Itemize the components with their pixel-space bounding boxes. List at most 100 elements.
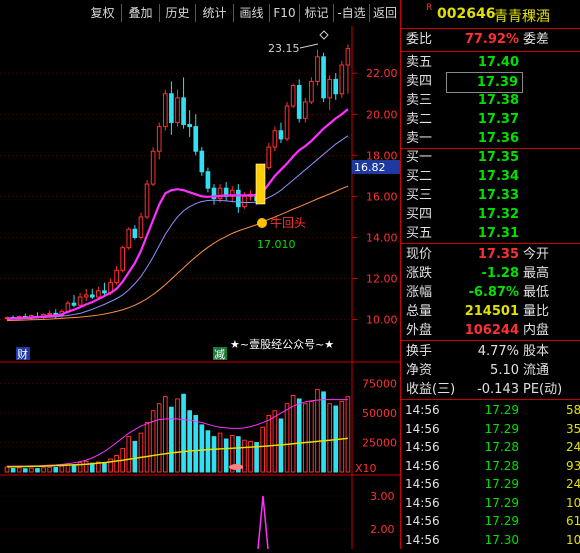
candle-body <box>266 146 272 169</box>
high-annotation: 23.15 <box>268 42 300 55</box>
tick-volume: 109 <box>566 532 580 547</box>
buy-level-label: 买一 <box>406 150 433 165</box>
buy-price: 17.31 <box>477 226 519 241</box>
remove-watchlist-button[interactable]: -自选 <box>334 4 370 22</box>
sell-row[interactable]: 卖二 17.37 <box>401 110 580 129</box>
overlay-button[interactable]: 叠加 <box>122 4 160 22</box>
volume-bar <box>47 466 52 473</box>
tick-row: 14:56 17.29 24 <box>401 475 580 494</box>
candle-body <box>321 56 326 99</box>
buy-row[interactable]: 买三 17.33 <box>401 186 580 205</box>
tick-time: 14:56 <box>405 532 440 547</box>
weibi-row: 委比 77.92% 委差 <box>401 30 580 49</box>
candle-body <box>290 85 296 107</box>
volume-bar <box>4 466 10 473</box>
buy-price: 17.34 <box>477 169 519 184</box>
sell-row[interactable]: 卖一 17.36 <box>401 129 580 148</box>
sell-level-label: 卖二 <box>406 112 433 127</box>
candle-body <box>83 294 89 298</box>
tick-time: 14:56 <box>405 421 440 436</box>
candle-body <box>284 105 290 140</box>
quote-value: 214501 <box>464 304 519 319</box>
candle-body <box>327 78 332 99</box>
tick-row: 14:56 17.28 93 <box>401 457 580 476</box>
volume-bar <box>83 460 89 473</box>
money-bag-icon <box>257 218 267 228</box>
tick-time: 14:56 <box>405 477 440 491</box>
divider <box>401 399 580 400</box>
volume-bar <box>114 455 119 473</box>
mark-button[interactable]: 标记 <box>300 4 334 22</box>
signal-price: 17.010 <box>257 238 296 251</box>
volume-bar <box>162 396 168 473</box>
volume-bar <box>242 439 247 473</box>
stock-title: R 002646 青青稞酒 <box>401 0 580 28</box>
volume-bar <box>315 389 320 473</box>
weibi-label: 委比 <box>406 32 433 47</box>
tick-time: 14:56 <box>405 458 440 473</box>
tick-price: 17.29 <box>484 403 519 417</box>
sell-level-label: 卖一 <box>406 131 433 146</box>
tick-price: 17.28 <box>484 458 519 473</box>
ma20-line <box>7 185 349 322</box>
divider <box>401 243 580 244</box>
buy-row[interactable]: 买二 17.34 <box>401 167 580 186</box>
candle-body <box>236 189 241 208</box>
candle-body <box>278 130 284 140</box>
quote-label: 涨幅 <box>406 285 433 300</box>
volume-bar <box>71 464 77 473</box>
tick-volume: 93 <box>566 458 580 473</box>
quote-value: 17.35 <box>477 247 519 262</box>
tick-price: 17.29 <box>484 477 519 491</box>
stats-label-2: 股本 <box>523 344 550 359</box>
volume-bar <box>16 467 22 473</box>
candle-body <box>205 171 211 189</box>
draw-line-button[interactable]: 画线 <box>234 4 270 22</box>
restore-rights-button[interactable]: 复权 <box>84 4 122 22</box>
tick-volume: 10 <box>566 495 580 510</box>
quote-value: -1.28 <box>481 266 519 281</box>
buy-price: 17.33 <box>477 188 519 203</box>
candle-body <box>309 80 314 103</box>
volume-bar <box>102 462 107 473</box>
quote-value: 106244 <box>464 323 519 338</box>
price-axis-label: 14.00 <box>366 231 398 244</box>
back-button[interactable]: 返回 <box>370 4 400 22</box>
weibi-value: 77.92% <box>464 32 519 47</box>
candle-body <box>345 48 351 66</box>
f10-button[interactable]: F10 <box>270 4 300 22</box>
buy-row[interactable]: 买五 17.31 <box>401 224 580 243</box>
chart-toolbar: 复权 叠加 历史 统计 画线 F10 标记 -自选 返回 <box>0 0 400 26</box>
watermark-text: ★~壹股经公众号~★ <box>230 338 334 351</box>
candle-body <box>120 247 126 271</box>
history-button[interactable]: 历史 <box>160 4 196 22</box>
stats-row: 换手 4.77% 股本 <box>401 342 580 361</box>
buy-row[interactable]: 买一 17.35 <box>401 148 580 167</box>
stats-label-2: PE(动) <box>523 382 563 397</box>
stock-name: 青青稞酒 <box>494 9 550 25</box>
tick-volume: 24 <box>566 477 580 491</box>
sell-price: 17.36 <box>477 131 519 146</box>
volume-bar <box>29 467 34 473</box>
volume-bar <box>296 398 302 473</box>
sell-row[interactable]: 卖三 17.38 <box>401 91 580 110</box>
quote-label: 现价 <box>406 247 433 262</box>
signal-label: 牛回头 <box>270 215 306 230</box>
candle-body <box>242 195 247 208</box>
volume-bar <box>205 430 211 473</box>
buy-row[interactable]: 买四 17.32 <box>401 205 580 224</box>
volume-bar <box>339 400 345 473</box>
kline-chart-area[interactable]: 22.00 20.00 18.00 16.00 14.00 12.00 10.00 7500… <box>0 26 400 550</box>
stats-value: 5.10 <box>490 363 519 378</box>
quote-label-2: 今开 <box>523 247 550 262</box>
quote-panel: R 002646 青青稞酒 委比 77.92% 委差 卖五 17.40 卖四 17.3… <box>400 0 580 549</box>
sell-row[interactable]: 卖五 17.40 <box>401 53 580 72</box>
volume-bar <box>272 410 278 473</box>
quote-row: 总量 214501 量比 <box>401 302 580 321</box>
volume-bar <box>199 424 205 473</box>
kline-chart[interactable]: 22.0020.0018.0016.0014.0012.0010.00 7500… <box>0 26 400 550</box>
buy-price: 17.35 <box>477 150 519 165</box>
sell-row[interactable]: 卖四 17.39 <box>401 72 580 93</box>
tick-time: 14:56 <box>405 495 440 510</box>
statistics-button[interactable]: 统计 <box>196 4 234 22</box>
